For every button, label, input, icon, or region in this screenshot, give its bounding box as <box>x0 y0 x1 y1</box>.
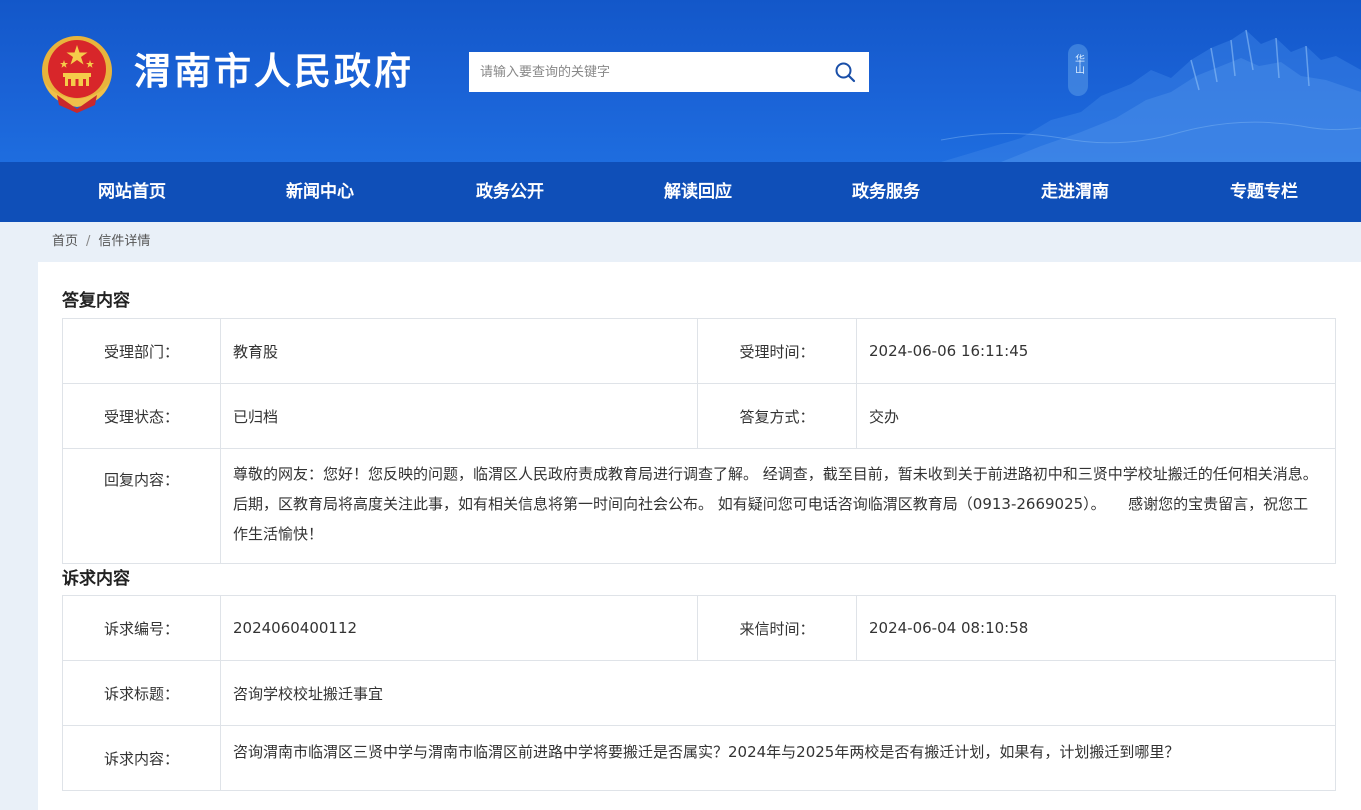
dept-label: 受理部门： <box>62 318 221 384</box>
national-emblem-icon <box>42 36 112 113</box>
appeal-content-label: 诉求内容： <box>62 725 221 791</box>
reply-table: 受理部门： 教育股 受理时间： 2024-06-06 16:11:45 受理状态… <box>62 318 1336 564</box>
nav-item-interpretation[interactable]: 解读回应 <box>618 162 778 222</box>
appeal-number-value: 2024060400112 <box>220 595 698 661</box>
reply-content-label: 回复内容： <box>62 448 221 564</box>
search-input[interactable] <box>469 52 819 92</box>
nav-item-news[interactable]: 新闻中心 <box>240 162 400 222</box>
reply-method-value: 交办 <box>856 383 1336 449</box>
table-row: 诉求标题： 咨询学校校址搬迁事宜 <box>62 660 1336 726</box>
site-header: 渭南市人民政府 华山 <box>0 0 1361 162</box>
search-button[interactable] <box>821 52 869 92</box>
appeal-table: 诉求编号： 2024060400112 来信时间： 2024-06-04 08:… <box>62 595 1336 791</box>
nav-item-special-topics[interactable]: 专题专栏 <box>1184 162 1344 222</box>
main-nav: 网站首页 新闻中心 政务公开 解读回应 政务服务 走进渭南 专题专栏 <box>0 162 1361 222</box>
breadcrumb-current: 信件详情 <box>98 234 151 249</box>
accept-time-label: 受理时间： <box>697 318 857 384</box>
huashan-mountain-illustration: 华山 <box>941 29 1361 162</box>
appeal-title-label: 诉求标题： <box>62 660 221 726</box>
table-row: 受理部门： 教育股 受理时间： 2024-06-06 16:11:45 <box>62 318 1336 384</box>
appeal-content-value: 咨询渭南市临渭区三贤中学与渭南市临渭区前进路中学将要搬迁是否属实？2024年与2… <box>220 725 1336 791</box>
reply-method-label: 答复方式： <box>697 383 857 449</box>
breadcrumb-home[interactable]: 首页 <box>52 234 78 249</box>
nav-item-home[interactable]: 网站首页 <box>52 162 212 222</box>
letter-time-value: 2024-06-04 08:10:58 <box>856 595 1336 661</box>
table-row: 诉求编号： 2024060400112 来信时间： 2024-06-04 08:… <box>62 595 1336 661</box>
reply-section-title: 答复内容 <box>62 291 130 311</box>
nav-item-about-weinan[interactable]: 走进渭南 <box>995 162 1155 222</box>
letter-time-label: 来信时间： <box>697 595 857 661</box>
letter-detail-panel: 答复内容 受理部门： 教育股 受理时间： 2024-06-06 16:11:45… <box>38 262 1361 810</box>
breadcrumb-separator: / <box>86 234 91 249</box>
breadcrumb: 首页 / 信件详情 <box>52 233 150 251</box>
dept-value: 教育股 <box>220 318 698 384</box>
search-icon <box>835 62 856 83</box>
appeal-title-value: 咨询学校校址搬迁事宜 <box>220 660 1336 726</box>
status-label: 受理状态： <box>62 383 221 449</box>
table-row: 回复内容： 尊敬的网友：您好！您反映的问题，临渭区人民政府责成教育局进行调查了解… <box>62 448 1336 564</box>
appeal-number-label: 诉求编号： <box>62 595 221 661</box>
mountain-caption: 华山 <box>1073 53 1085 74</box>
appeal-section-title: 诉求内容 <box>62 569 130 589</box>
table-row: 受理状态： 已归档 答复方式： 交办 <box>62 383 1336 449</box>
nav-item-services[interactable]: 政务服务 <box>806 162 966 222</box>
nav-item-gov-affairs[interactable]: 政务公开 <box>430 162 590 222</box>
search-bar <box>469 52 869 92</box>
site-title: 渭南市人民政府 <box>134 50 414 93</box>
accept-time-value: 2024-06-06 16:11:45 <box>856 318 1336 384</box>
reply-content-value: 尊敬的网友：您好！您反映的问题，临渭区人民政府责成教育局进行调查了解。 经调查，… <box>220 448 1336 564</box>
table-row: 诉求内容： 咨询渭南市临渭区三贤中学与渭南市临渭区前进路中学将要搬迁是否属实？2… <box>62 725 1336 791</box>
status-value: 已归档 <box>220 383 698 449</box>
